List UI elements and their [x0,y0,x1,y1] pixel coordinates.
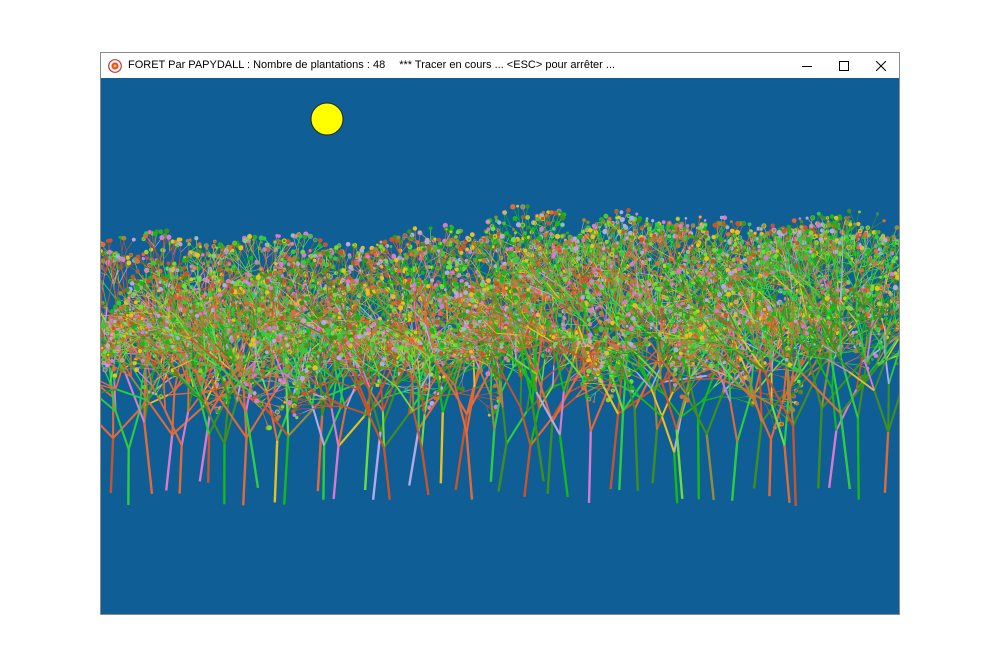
forest-scene [101,78,899,614]
minimize-button[interactable] [788,53,825,78]
minimize-icon [802,61,812,71]
close-button[interactable] [862,53,899,78]
plants-layer [101,204,899,506]
drawing-canvas[interactable] [101,78,899,614]
window-title: FORET Par PAPYDALL : Nombre de plantatio… [128,53,385,78]
maximize-button[interactable] [825,53,862,78]
close-icon [876,61,886,71]
drawing-status: *** Tracer en cours ... <ESC> pour arrêt… [399,53,615,78]
window-controls [788,53,899,78]
sun [311,103,343,135]
title-bar[interactable]: FORET Par PAPYDALL : Nombre de plantatio… [101,53,899,78]
maximize-icon [839,61,849,71]
app-window: FORET Par PAPYDALL : Nombre de plantatio… [100,52,900,615]
flower-badge-icon[interactable] [108,59,122,73]
